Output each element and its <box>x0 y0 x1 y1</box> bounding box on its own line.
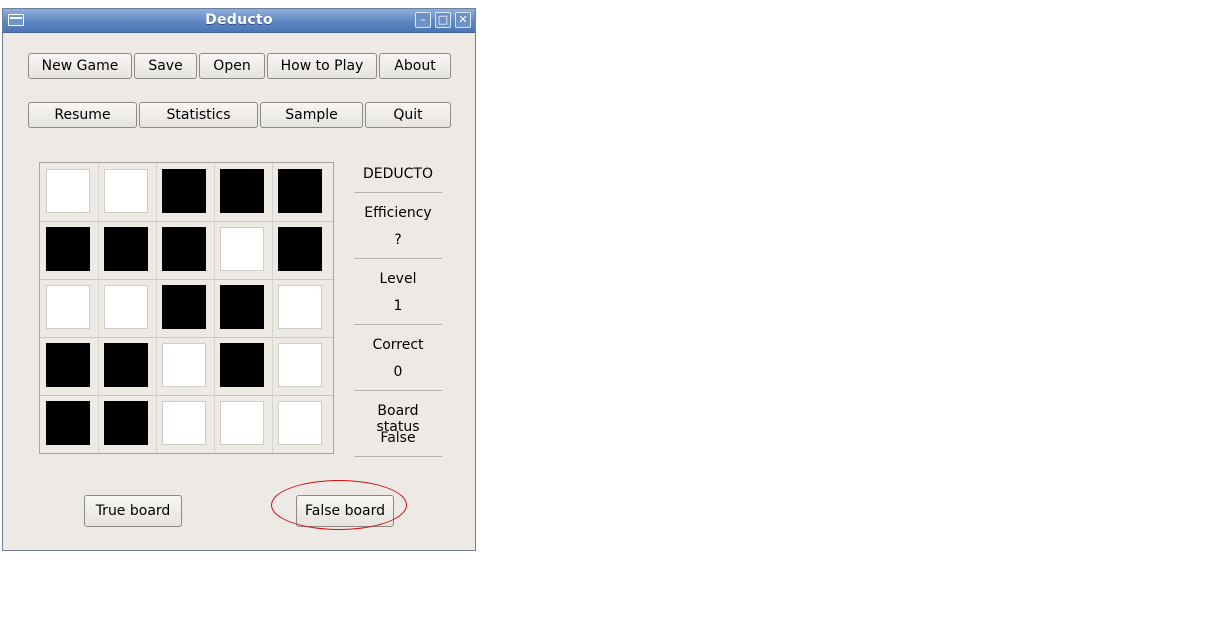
board-cell[interactable] <box>46 227 90 271</box>
status-divider <box>354 456 442 457</box>
board-cell[interactable] <box>162 285 206 329</box>
board-cell[interactable] <box>278 169 322 213</box>
true-board-button[interactable]: True board <box>84 495 182 527</box>
board-cell[interactable] <box>278 343 322 387</box>
board-cell[interactable] <box>104 343 148 387</box>
board-cell[interactable] <box>220 343 264 387</box>
efficiency-value: ? <box>394 232 402 248</box>
board-cell[interactable] <box>104 285 148 329</box>
save-button[interactable]: Save <box>134 53 197 79</box>
how-to-play-button[interactable]: How to Play <box>267 53 377 79</box>
deducto-window: Deducto – □ ✕ New Game Save Open How to … <box>2 8 476 551</box>
level-value: 1 <box>393 298 403 314</box>
efficiency-label: Efficiency <box>364 205 432 221</box>
open-button[interactable]: Open <box>199 53 265 79</box>
board-cell[interactable] <box>162 343 206 387</box>
board-col-divider <box>98 163 99 453</box>
board-cell[interactable] <box>104 227 148 271</box>
board-cell[interactable] <box>104 169 148 213</box>
annotation-circle <box>271 480 407 530</box>
board-cell[interactable] <box>220 285 264 329</box>
board-status-value: False <box>380 430 416 446</box>
status-divider <box>354 390 442 391</box>
board-cell[interactable] <box>162 169 206 213</box>
maximize-icon[interactable]: □ <box>435 12 451 28</box>
board-cell[interactable] <box>46 343 90 387</box>
close-icon[interactable]: ✕ <box>455 12 471 28</box>
sample-button[interactable]: Sample <box>260 102 363 128</box>
board-row-divider <box>40 221 333 222</box>
quit-button[interactable]: Quit <box>365 102 451 128</box>
board-cell[interactable] <box>46 169 90 213</box>
resume-button[interactable]: Resume <box>28 102 137 128</box>
board-cell[interactable] <box>104 401 148 445</box>
correct-label: Correct <box>372 337 424 353</box>
board-col-divider <box>272 163 273 453</box>
status-divider <box>354 258 442 259</box>
board-row-divider <box>40 395 333 396</box>
minimize-icon[interactable]: – <box>415 12 431 28</box>
deducto-board <box>39 162 334 454</box>
board-cell[interactable] <box>220 227 264 271</box>
window-title: Deducto <box>205 12 273 28</box>
game-name-label: DEDUCTO <box>363 166 433 182</box>
board-cell[interactable] <box>278 285 322 329</box>
correct-value: 0 <box>393 364 403 380</box>
board-col-divider <box>214 163 215 453</box>
status-divider <box>354 192 442 193</box>
board-cell[interactable] <box>278 227 322 271</box>
board-cell[interactable] <box>278 401 322 445</box>
new-game-button[interactable]: New Game <box>28 53 132 79</box>
board-row-divider <box>40 337 333 338</box>
board-cell[interactable] <box>162 227 206 271</box>
level-label: Level <box>379 271 417 287</box>
status-divider <box>354 324 442 325</box>
statistics-button[interactable]: Statistics <box>139 102 258 128</box>
board-cell[interactable] <box>162 401 206 445</box>
about-button[interactable]: About <box>379 53 451 79</box>
board-col-divider <box>156 163 157 453</box>
board-cell[interactable] <box>46 285 90 329</box>
board-cell[interactable] <box>220 169 264 213</box>
title-bar[interactable]: Deducto – □ ✕ <box>3 9 475 33</box>
board-cell[interactable] <box>46 401 90 445</box>
board-row-divider <box>40 279 333 280</box>
board-cell[interactable] <box>220 401 264 445</box>
